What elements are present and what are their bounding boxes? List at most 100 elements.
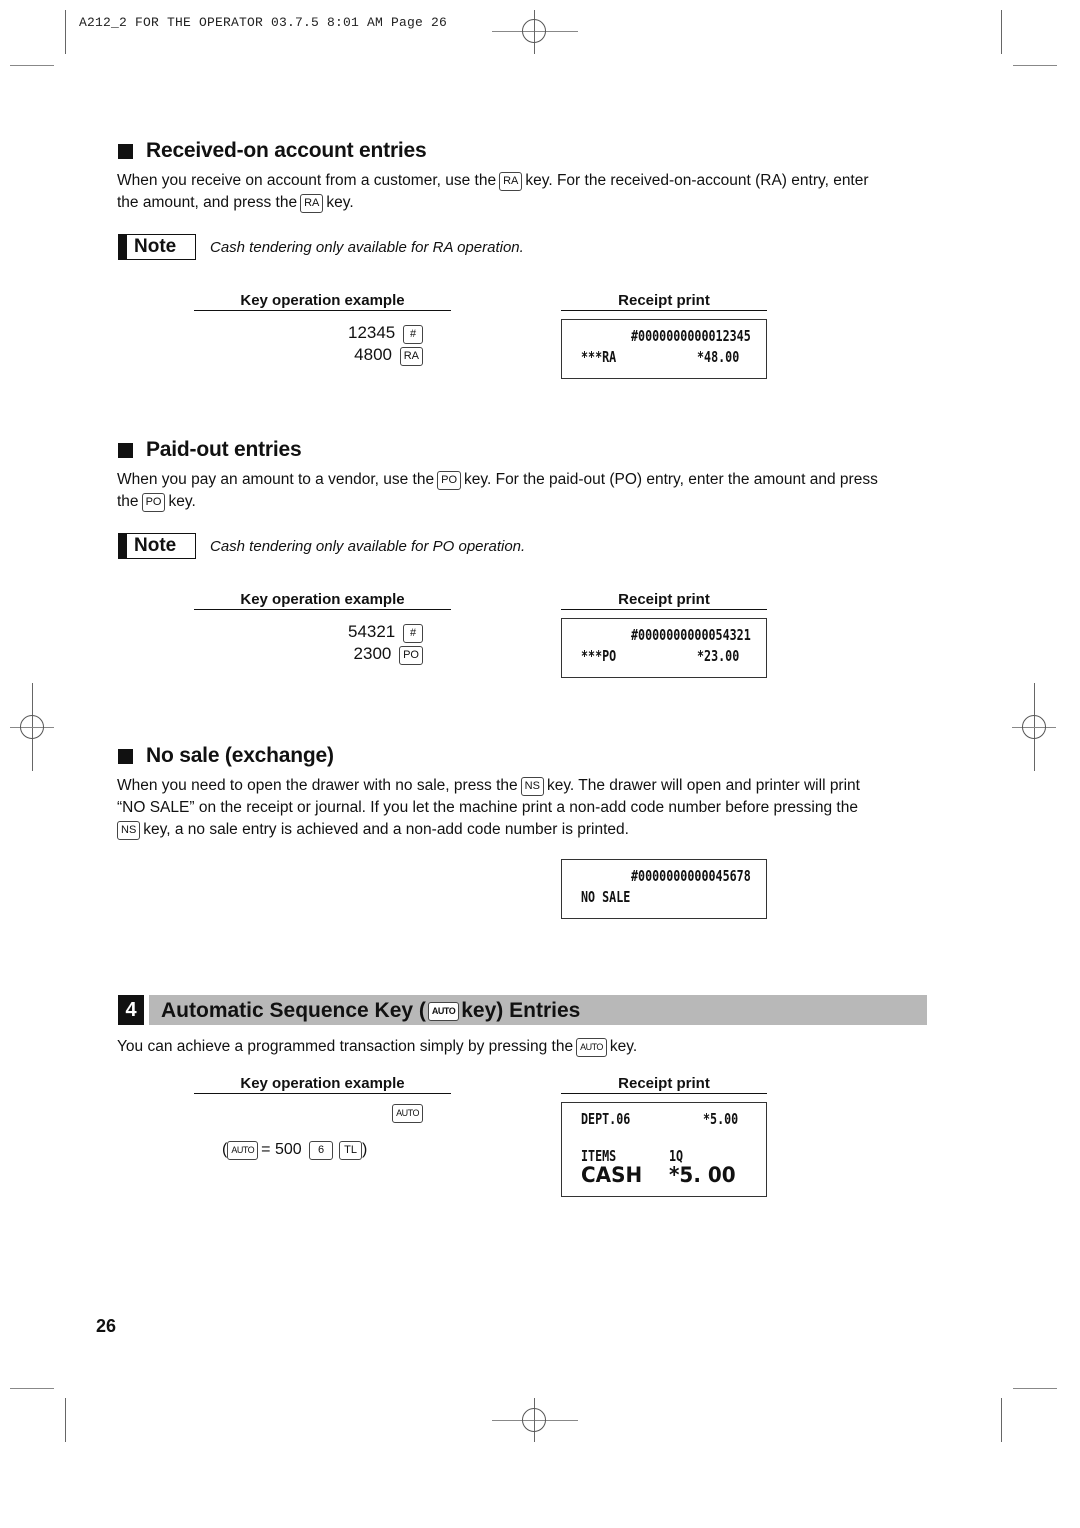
text: When you pay an amount to a vendor, use … (117, 471, 435, 488)
operation-line: 54321 # (194, 621, 426, 643)
crop-mark (1013, 65, 1057, 66)
ra-note: Note Cash tendering only available for R… (118, 234, 524, 260)
note-label: Note (134, 236, 177, 257)
crop-mark (10, 65, 54, 66)
note-text: Cash tendering only available for PO ope… (210, 537, 526, 555)
po-key-operations: 54321 # 2300 PO (194, 621, 426, 665)
crop-mark (65, 1398, 66, 1442)
text: key. For the paid-out (PO) entry, enter … (464, 471, 878, 488)
receipt-line: NO SALE (581, 888, 631, 906)
operation-line: 4800 RA (194, 344, 426, 366)
registration-circle-icon (522, 1408, 546, 1432)
receipt-total-label: CASH (581, 1163, 643, 1187)
receipt-total-amount: *5. 00 (669, 1163, 736, 1187)
crop-mark (65, 10, 66, 54)
auto-key-icon: AUTO (227, 1141, 259, 1160)
text: = 500 (261, 1141, 302, 1158)
crop-mark (1001, 10, 1002, 54)
ra-key-operations: 12345 # 4800 RA (194, 322, 426, 366)
receipt-line: ***RA (581, 348, 617, 366)
print-slug: A212_2 FOR THE OPERATOR 03.7.5 8:01 AM P… (79, 15, 448, 30)
auto-key-icon: AUTO (392, 1104, 423, 1123)
entry-value: 4800 (354, 345, 392, 364)
tl-key-icon: TL (339, 1141, 362, 1160)
registration-circle-icon (522, 19, 546, 43)
receipt-line: #0000000000012345 (631, 327, 751, 345)
operation-line: 12345 # (194, 322, 426, 344)
square-bullet-icon (118, 143, 133, 159)
entry-value: 12345 (347, 323, 396, 342)
auto-description: You can achieve a programmed transaction… (117, 1036, 937, 1058)
registration-circle-icon (20, 715, 44, 739)
key-operation-heading: Key operation example (194, 1075, 451, 1094)
entry-value: 2300 (353, 644, 392, 663)
receipt-amount: *48.00 (697, 348, 740, 366)
auto-receipt: DEPT.06 *5.00 ITEMS 1Q CASH *5. 00 (561, 1102, 767, 1197)
text: When you need to open the drawer with no… (117, 777, 518, 794)
text: key. For the received-on-account (RA) en… (525, 172, 869, 189)
registration-circle-icon (1022, 715, 1046, 739)
section-heading-paid-out: Paid-out entries (118, 438, 302, 462)
text: key. (326, 194, 354, 211)
po-key-icon: PO (141, 493, 166, 512)
text: When you receive on account from a custo… (117, 172, 497, 189)
section-heading-no-sale: No sale (exchange) (118, 744, 334, 768)
ns-receipt: #0000000000045678 NO SALE (561, 859, 767, 919)
po-key-icon: PO (399, 646, 423, 665)
ra-receipt: #0000000000012345 ***RA *48.00 (561, 319, 767, 379)
text: the (117, 493, 139, 510)
section-heading-received-on-account: Received-on account entries (118, 139, 427, 163)
text: the amount, and press the (117, 194, 298, 211)
po-description: When you pay an amount to a vendor, use … (117, 469, 937, 513)
dept-6-key-icon: 6 (309, 1141, 334, 1160)
auto-key-definition: (AUTO = 500 6 TL) (222, 1141, 367, 1160)
ra-description: When you receive on account from a custo… (117, 170, 937, 214)
receipt-print-heading: Receipt print (561, 591, 767, 610)
section-title: No sale (exchange) (146, 744, 334, 767)
receipt-print-heading: Receipt print (561, 1075, 767, 1094)
ns-description: When you need to open the drawer with no… (117, 775, 947, 841)
text: key, a no sale entry is achieved and a n… (143, 821, 629, 838)
auto-key-icon: AUTO (427, 1002, 460, 1021)
crop-mark (1001, 1398, 1002, 1442)
note-badge: Note (118, 533, 196, 559)
note-text: Cash tendering only available for RA ope… (210, 238, 524, 256)
receipt-print-heading: Receipt print (561, 292, 767, 311)
hash-key-icon: # (403, 325, 423, 344)
ra-key-icon: RA (300, 194, 324, 213)
chapter-band-auto-key: 4 Automatic Sequence Key (AUTO key) Entri… (118, 995, 927, 1025)
text: You can achieve a programmed transaction… (117, 1038, 574, 1055)
text: ) (361, 1141, 368, 1158)
ns-key-icon: NS (117, 821, 141, 840)
auto-key-icon: AUTO (576, 1038, 607, 1057)
text: key) Entries (461, 999, 581, 1022)
section-title: Paid-out entries (146, 438, 302, 461)
crop-mark (1013, 1388, 1057, 1389)
ra-key-icon: RA (499, 172, 523, 191)
receipt-line: DEPT.06 (581, 1110, 631, 1128)
text: key. (609, 1038, 638, 1055)
chapter-title: Automatic Sequence Key (AUTO key) Entries (149, 995, 927, 1025)
chapter-number: 4 (118, 995, 144, 1025)
auto-key-operation: AUTO (194, 1104, 426, 1123)
text: key. (168, 493, 196, 510)
text: Automatic Sequence Key ( (161, 999, 426, 1022)
crop-mark (10, 1388, 54, 1389)
receipt-amount: *23.00 (697, 647, 740, 665)
text: “NO SALE” on the receipt or journal. If … (117, 799, 858, 816)
text: key. The drawer will open and printer wi… (546, 777, 860, 794)
key-operation-heading: Key operation example (194, 292, 451, 311)
entry-value: 54321 (347, 622, 396, 641)
square-bullet-icon (118, 442, 133, 458)
key-operation-heading: Key operation example (194, 591, 451, 610)
receipt-line: #0000000000045678 (631, 867, 751, 885)
page-number: 26 (96, 1316, 117, 1336)
receipt-line: #0000000000054321 (631, 626, 751, 644)
square-bullet-icon (118, 748, 133, 764)
po-note: Note Cash tendering only available for P… (118, 533, 525, 559)
ra-key-icon: RA (399, 347, 423, 366)
receipt-line: ***PO (581, 647, 617, 665)
hash-key-icon: # (403, 624, 423, 643)
po-receipt: #0000000000054321 ***PO *23.00 (561, 618, 767, 678)
section-title: Received-on account entries (146, 139, 427, 162)
